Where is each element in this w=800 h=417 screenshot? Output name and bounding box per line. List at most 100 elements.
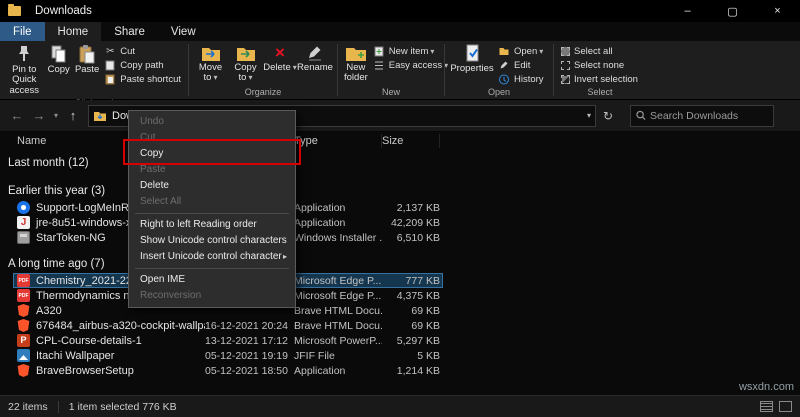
back-button[interactable]: ←: [6, 108, 28, 123]
details-view-icon[interactable]: [760, 401, 773, 412]
file-size: 777 KB: [382, 275, 440, 287]
easy-access-label: Easy access▾: [389, 60, 448, 71]
tab-file[interactable]: File: [0, 22, 45, 41]
file-type: Microsoft PowerP...: [294, 335, 382, 347]
tab-home[interactable]: Home: [45, 22, 102, 41]
file-name: 676484_airbus-a320-cockpit-wallpapers_..…: [36, 320, 205, 332]
group-label: Earlier this year (3): [8, 185, 105, 197]
copy-path-label: Copy path: [120, 60, 163, 71]
pin-label: Pin to Quick access: [6, 65, 43, 96]
up-button[interactable]: ↑: [62, 108, 84, 123]
ribbon-tabs: File Home Share View: [0, 22, 800, 41]
history-label: History: [514, 74, 544, 85]
easy-access-button[interactable]: Easy access▾: [370, 58, 451, 72]
large-icons-view-icon[interactable]: [779, 401, 792, 412]
menu-item-delete[interactable]: Delete: [129, 178, 295, 194]
refresh-button[interactable]: ↻: [596, 109, 620, 123]
scissors-icon: ✂: [104, 46, 116, 57]
invert-selection-icon: [561, 75, 570, 84]
group-header-earlier-this-year-3[interactable]: Earlier this year (3): [8, 182, 800, 200]
new-folder-label: New folder: [344, 63, 368, 84]
column-header-size[interactable]: Size: [382, 134, 440, 148]
file-date-modified: 05-12-2021 19:19: [205, 350, 294, 362]
file-size: 5 KB: [382, 350, 440, 362]
file-row-cpl-course-details-1[interactable]: CPL-Course-details-113-12-2021 17:12Micr…: [13, 333, 443, 348]
brave-file-icon: [17, 319, 30, 332]
menu-item-copy[interactable]: Copy: [129, 146, 295, 162]
menu-item-undo: Undo: [129, 114, 295, 130]
new-folder-button[interactable]: New folder: [342, 43, 370, 85]
file-row-bravebrowsersetup[interactable]: BraveBrowserSetup05-12-2021 18:50Applica…: [13, 363, 443, 378]
menu-item-label: Delete: [140, 180, 169, 192]
search-input[interactable]: [650, 110, 768, 122]
easy-access-icon: [373, 60, 385, 71]
edit-button[interactable]: Edit: [495, 58, 547, 72]
file-size: 1,214 KB: [382, 365, 440, 377]
new-folder-icon: [345, 44, 367, 62]
file-type: JFIF File: [294, 350, 382, 362]
history-icon: [498, 74, 510, 85]
file-row-676484-airbus-a320-cockpit-wallpapers[interactable]: 676484_airbus-a320-cockpit-wallpapers_..…: [13, 318, 443, 333]
file-type: Application: [294, 202, 382, 214]
history-button[interactable]: History: [495, 72, 547, 86]
paste-shortcut-button[interactable]: Paste shortcut: [101, 72, 184, 86]
column-header-type[interactable]: Type: [294, 134, 382, 148]
pin-to-quick-access-button[interactable]: Pin to Quick access: [4, 43, 45, 97]
paste-label: Paste: [75, 65, 99, 75]
open-icon: [498, 46, 510, 56]
group-header-last-month-12[interactable]: Last month (12): [8, 154, 800, 172]
menu-item-open-ime[interactable]: Open IME: [129, 272, 295, 288]
java-file-icon: [17, 216, 30, 229]
paste-shortcut-label: Paste shortcut: [120, 74, 181, 85]
copy-path-button[interactable]: Copy path: [101, 58, 184, 72]
submenu-arrow-icon: ▸: [283, 251, 287, 263]
chevron-down-icon: ▾: [248, 73, 252, 82]
navigation-bar: ← → ▾ ↑ Downloads ▾ ↻: [0, 100, 800, 132]
menu-item-insert-unicode-control-character[interactable]: Insert Unicode control character▸: [129, 249, 295, 265]
copy-to-button[interactable]: Copy to▾: [228, 43, 263, 85]
open-group-label: Open: [445, 86, 553, 99]
copy-button[interactable]: Copy: [45, 43, 73, 76]
page-icon: [104, 60, 116, 71]
edit-icon: [498, 60, 510, 70]
downloads-folder-icon: [93, 110, 107, 122]
select-none-button[interactable]: Select none: [558, 58, 641, 72]
address-dropdown-icon[interactable]: ▾: [587, 111, 591, 120]
invert-selection-button[interactable]: Invert selection: [558, 72, 641, 86]
menu-item-label: Show Unicode control characters: [140, 235, 287, 247]
file-row-itachi-wallpaper[interactable]: Itachi Wallpaper05-12-2021 19:19JFIF Fil…: [13, 348, 443, 363]
cut-button[interactable]: ✂ Cut: [101, 44, 184, 58]
tab-view[interactable]: View: [158, 22, 209, 41]
chevron-down-icon: ▾: [213, 73, 217, 82]
new-item-button[interactable]: New item▾: [370, 44, 451, 58]
recent-locations-button[interactable]: ▾: [50, 111, 62, 120]
selection-summary: 1 item selected 776 KB: [69, 401, 177, 413]
group-header-a-long-time-ago-7[interactable]: A long time ago (7): [8, 255, 800, 273]
rename-button[interactable]: Rename: [297, 43, 333, 74]
paste-button[interactable]: Paste: [73, 43, 101, 76]
menu-item-label: Right to left Reading order: [140, 219, 257, 231]
menu-item-right-to-left-reading-order[interactable]: Right to left Reading order: [129, 217, 295, 233]
select-none-icon: [561, 61, 570, 70]
forward-button[interactable]: →: [28, 108, 50, 123]
logmein-file-icon: [17, 201, 30, 214]
file-type: Brave HTML Docu...: [294, 320, 382, 332]
copy-to-label: Copy to▾: [230, 63, 261, 84]
file-type: Brave HTML Docu...: [294, 305, 382, 317]
open-button[interactable]: Open▾: [495, 44, 547, 58]
file-name: StarToken-NG: [36, 232, 106, 244]
tab-share[interactable]: Share: [101, 22, 158, 41]
maximize-button[interactable]: ▢: [710, 0, 755, 22]
group-label: Last month (12): [8, 157, 89, 169]
menu-item-show-unicode-control-characters[interactable]: Show Unicode control characters: [129, 233, 295, 249]
column-headers: Name Date modified Type Size: [0, 132, 800, 150]
move-to-button[interactable]: Move to▾: [193, 43, 228, 85]
close-button[interactable]: ×: [755, 0, 800, 22]
select-all-button[interactable]: Select all: [558, 44, 641, 58]
file-size: 5,297 KB: [382, 335, 440, 347]
minimize-button[interactable]: –: [665, 0, 710, 22]
delete-button[interactable]: × Delete▾: [263, 43, 297, 74]
properties-button[interactable]: Properties: [449, 43, 495, 75]
search-box[interactable]: [630, 105, 774, 127]
chevron-down-icon: ▾: [539, 47, 543, 56]
